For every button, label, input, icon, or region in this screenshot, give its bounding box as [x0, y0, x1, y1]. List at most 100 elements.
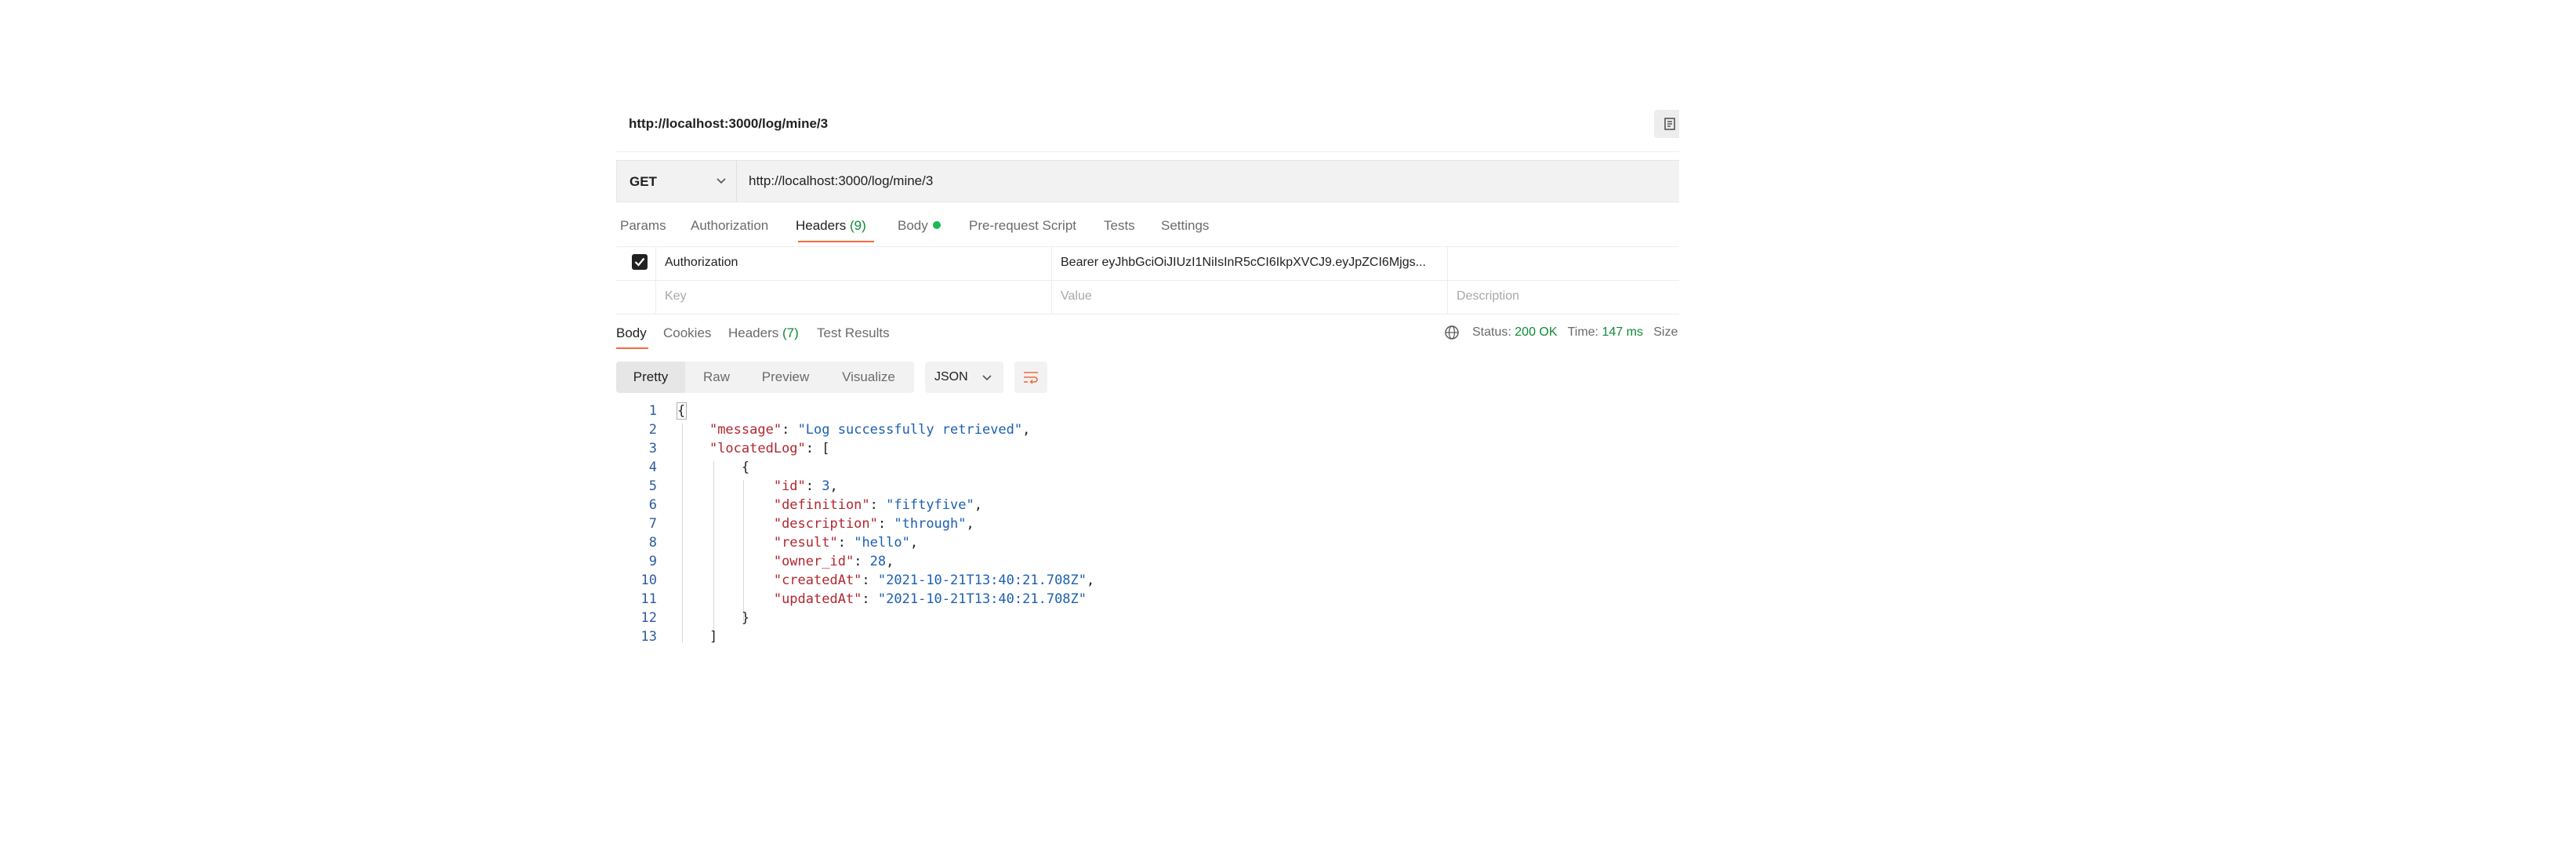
code-line: "locatedLog": [: [709, 441, 830, 456]
line-number: 8: [648, 535, 657, 551]
code-line: "description": "through",: [773, 516, 974, 532]
table-row-border: [616, 280, 1679, 281]
json-key: "description": [773, 516, 878, 532]
response-status: Status: 200 OK Time: 147 ms Size: [1472, 325, 1678, 340]
line-number: 5: [648, 478, 657, 494]
url-input[interactable]: [749, 161, 1611, 202]
view-preview-button[interactable]: Preview: [748, 362, 823, 393]
header-value-cell[interactable]: Bearer eyJhbGciOiJIUzI1NiIsInR5cCI6IkpXV…: [1061, 256, 1426, 270]
tab-params[interactable]: Params: [620, 218, 666, 234]
header-description-placeholder[interactable]: Description: [1457, 289, 1519, 304]
response-body-editor[interactable]: 1 { 2 "message": "Log successfully retri…: [616, 398, 1679, 643]
view-pretty-button[interactable]: Pretty: [616, 362, 685, 393]
wrap-lines-button[interactable]: [1014, 362, 1047, 393]
json-key: "updatedAt": [773, 591, 862, 607]
request-title[interactable]: http://localhost:3000/log/mine/3: [629, 116, 828, 132]
view-mode-group: Pretty Raw Preview Visualize: [616, 362, 914, 393]
title-divider: [616, 151, 1679, 152]
body-indicator-dot: [932, 221, 941, 229]
json-punct: }: [741, 610, 750, 626]
tab-tests[interactable]: Tests: [1104, 218, 1135, 234]
json-string: "2021-10-21T13:40:21.708Z": [877, 573, 1087, 588]
format-select[interactable]: JSON: [925, 362, 1003, 393]
tab-body-label: Body: [898, 218, 928, 233]
json-string: "through": [894, 516, 967, 532]
status-label: Status:: [1472, 325, 1511, 339]
line-number: 6: [648, 497, 657, 513]
active-tab-indicator: [798, 241, 874, 242]
json-key: "owner_id": [773, 554, 854, 569]
documentation-button[interactable]: [1654, 110, 1679, 138]
json-punct: {: [677, 403, 686, 419]
header-key-placeholder[interactable]: Key: [665, 289, 687, 304]
view-visualize-button[interactable]: Visualize: [823, 362, 914, 393]
line-number: 10: [640, 573, 657, 588]
chevron-down-icon: [717, 178, 726, 184]
time-label: Time:: [1567, 325, 1598, 339]
table-col-divider: [655, 246, 656, 314]
wrap-lines-icon: [1024, 372, 1038, 384]
code-line: "createdAt": "2021-10-21T13:40:21.708Z",: [773, 573, 1095, 588]
json-string: "fiftyfive": [886, 497, 974, 513]
json-key: "definition": [773, 497, 870, 513]
line-number: 12: [640, 610, 657, 626]
tab-authorization[interactable]: Authorization: [691, 218, 768, 234]
chevron-down-icon: [982, 375, 992, 381]
tab-headers[interactable]: Headers (9): [796, 218, 866, 234]
response-tab-body[interactable]: Body: [616, 325, 647, 341]
response-active-tab-indicator: [616, 347, 648, 349]
line-number: 13: [640, 629, 657, 643]
code-line: {: [677, 403, 685, 419]
json-string: "hello": [854, 535, 910, 551]
format-label: JSON: [934, 370, 968, 384]
json-string: "Log successfully retrieved": [797, 422, 1023, 438]
code-line: "message": "Log successfully retrieved",: [709, 422, 1031, 438]
line-number: 3: [648, 441, 657, 456]
json-key: "result": [773, 535, 838, 551]
response-tab-headers-label: Headers: [728, 325, 779, 340]
json-key: "createdAt": [773, 573, 862, 588]
header-key-cell[interactable]: Authorization: [665, 256, 738, 270]
line-number: 2: [648, 422, 657, 438]
tab-headers-label: Headers: [796, 218, 847, 233]
code-line: ]: [677, 629, 717, 643]
code-line: "id": 3,: [773, 478, 838, 494]
line-number: 11: [640, 591, 657, 607]
json-string: "2021-10-21T13:40:21.708Z": [877, 591, 1087, 607]
request-bar: GET: [616, 160, 1679, 202]
code-line: "result": "hello",: [773, 535, 919, 551]
line-number: 7: [648, 516, 657, 532]
size-label: Size: [1653, 325, 1678, 339]
table-top-border: [616, 246, 1679, 247]
code-line: {: [677, 460, 749, 475]
method-select[interactable]: GET: [617, 161, 737, 202]
header-enabled-checkbox[interactable]: [632, 254, 648, 270]
header-value-placeholder[interactable]: Value: [1061, 289, 1092, 304]
code-line: "owner_id": 28,: [773, 554, 894, 569]
globe-icon[interactable]: [1444, 325, 1460, 340]
json-number: 3: [822, 478, 830, 494]
code-line: }: [677, 610, 749, 626]
checkbox-checked-icon: [634, 257, 645, 267]
response-tab-headers-count: (7): [782, 325, 799, 340]
json-key: "locatedLog": [709, 441, 806, 456]
json-key: "message": [709, 422, 782, 438]
time-value[interactable]: 147 ms: [1602, 325, 1642, 339]
json-punct: {: [741, 460, 750, 475]
tab-body[interactable]: Body: [898, 218, 941, 234]
json-punct: [: [822, 441, 830, 456]
response-tab-headers[interactable]: Headers (7): [728, 325, 799, 341]
code-line: "definition": "fiftyfive",: [773, 497, 982, 513]
table-col-divider: [1447, 246, 1448, 314]
json-punct: ]: [709, 629, 718, 643]
code-line: "updatedAt": "2021-10-21T13:40:21.708Z": [773, 591, 1087, 607]
json-key: "id": [773, 478, 806, 494]
line-number: 9: [648, 554, 657, 569]
tab-pre-request-script[interactable]: Pre-request Script: [969, 218, 1076, 234]
tab-settings[interactable]: Settings: [1161, 218, 1209, 234]
response-tab-test-results[interactable]: Test Results: [817, 325, 890, 341]
status-value[interactable]: 200 OK: [1515, 325, 1557, 339]
method-label: GET: [629, 174, 657, 189]
view-raw-button[interactable]: Raw: [685, 362, 748, 393]
response-tab-cookies[interactable]: Cookies: [663, 325, 711, 341]
